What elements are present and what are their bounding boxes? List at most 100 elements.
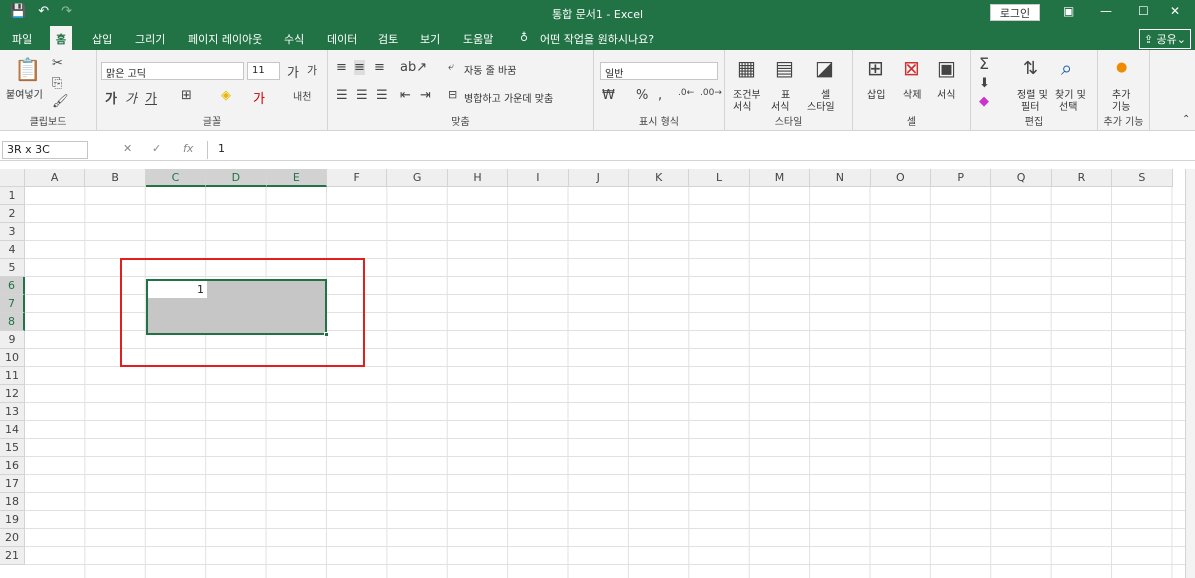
font-size-combo[interactable]: 11 <box>247 62 280 80</box>
format-cells-icon[interactable]: ▣ <box>937 56 956 80</box>
login-button[interactable]: 로그인 <box>990 4 1040 21</box>
font-color-icon[interactable]: 가 <box>253 88 265 107</box>
row-header-19[interactable]: 19 <box>0 511 25 529</box>
column-header-D[interactable]: D <box>206 169 267 187</box>
fill-icon[interactable]: ⬇ <box>979 76 990 91</box>
maximize-button[interactable]: ☐ <box>1138 4 1149 18</box>
row-header-17[interactable]: 17 <box>0 475 25 493</box>
column-header-P[interactable]: P <box>931 169 992 187</box>
merge-center-button[interactable]: 병합하고 가운데 맞춤 <box>464 90 553 105</box>
column-header-F[interactable]: F <box>327 169 388 187</box>
clear-icon[interactable]: ◆ <box>979 94 989 109</box>
row-header-8[interactable]: 8 <box>0 313 25 331</box>
cell-styles-icon[interactable]: ◪ <box>815 56 834 80</box>
column-header-B[interactable]: B <box>85 169 146 187</box>
row-header-2[interactable]: 2 <box>0 205 25 223</box>
row-header-4[interactable]: 4 <box>0 241 25 259</box>
conditional-format-label2[interactable]: 서식 <box>733 98 751 113</box>
conditional-format-icon[interactable]: ▦ <box>737 56 756 80</box>
row-header-11[interactable]: 11 <box>0 367 25 385</box>
tab-formulas[interactable]: 수식 <box>284 31 304 47</box>
find-select-label2[interactable]: 선택 <box>1059 98 1077 113</box>
minimize-button[interactable]: — <box>1100 4 1112 18</box>
column-header-Q[interactable]: Q <box>991 169 1052 187</box>
align-middle-icon[interactable]: ≡ <box>354 60 365 75</box>
column-header-R[interactable]: R <box>1051 169 1113 187</box>
close-button[interactable]: ✕ <box>1170 4 1180 18</box>
sort-filter-icon[interactable]: ⇅ <box>1023 58 1038 79</box>
row-header-14[interactable]: 14 <box>0 421 25 439</box>
cancel-icon[interactable]: ✕ <box>123 142 132 155</box>
tell-me-search[interactable]: 어떤 작업을 원하시나요? <box>540 31 654 47</box>
enter-icon[interactable]: ✓ <box>152 142 161 155</box>
align-bottom-icon[interactable]: ≡ <box>374 60 385 75</box>
sort-filter-label2[interactable]: 필터 <box>1021 98 1039 113</box>
ribbon-display-icon[interactable]: ▣ <box>1063 4 1074 18</box>
formula-input[interactable]: 1 <box>207 141 1191 159</box>
align-right-icon[interactable]: ☰ <box>376 88 388 103</box>
collapse-ribbon-icon[interactable]: ⌃ <box>1182 114 1190 125</box>
cut-icon[interactable]: ✂ <box>52 56 63 71</box>
tab-help[interactable]: 도움말 <box>463 31 493 47</box>
wrap-text-icon[interactable]: ⤶ <box>448 60 454 74</box>
fill-color-icon[interactable]: ◈ <box>221 88 231 103</box>
decrease-indent-icon[interactable]: ⇤ <box>400 88 411 103</box>
column-header-G[interactable]: G <box>387 169 448 187</box>
format-table-icon[interactable]: ▤ <box>775 56 794 80</box>
border-icon[interactable]: ⊞ <box>181 88 192 103</box>
column-header-J[interactable]: J <box>568 169 629 187</box>
row-header-6[interactable]: 6 <box>0 277 25 295</box>
orientation-icon[interactable]: ab↗ <box>400 60 427 75</box>
row-header-15[interactable]: 15 <box>0 439 25 457</box>
paste-icon[interactable]: 📋 <box>14 58 41 83</box>
addins-icon[interactable]: ● <box>1116 60 1127 75</box>
align-left-icon[interactable]: ☰ <box>336 88 348 103</box>
row-header-7[interactable]: 7 <box>0 295 25 313</box>
insert-cells-icon[interactable]: ⊞ <box>867 56 884 80</box>
italic-icon[interactable]: 가 <box>125 88 137 107</box>
row-header-20[interactable]: 20 <box>0 529 25 547</box>
vertical-scrollbar[interactable] <box>1185 169 1195 578</box>
insert-cells-label[interactable]: 삽입 <box>867 86 885 101</box>
merge-icon[interactable]: ⊟ <box>448 88 457 101</box>
cell-styles-label2[interactable]: 스타일 <box>807 98 835 113</box>
font-name-combo[interactable]: 맑은 고딕 <box>101 62 244 80</box>
cell-grid[interactable] <box>25 187 1185 578</box>
delete-cells-label[interactable]: 삭제 <box>903 86 921 101</box>
number-format-combo[interactable]: 일반 <box>600 62 718 80</box>
row-header-21[interactable]: 21 <box>0 547 25 565</box>
percent-icon[interactable]: % <box>636 88 648 103</box>
copy-icon[interactable]: ⎘ <box>52 76 62 91</box>
row-header-18[interactable]: 18 <box>0 493 25 511</box>
increase-decimal-icon[interactable]: .0← <box>678 88 694 98</box>
format-table-label2[interactable]: 서식 <box>771 98 789 113</box>
phonetic-icon[interactable]: 내천 <box>293 88 311 103</box>
column-header-N[interactable]: N <box>810 169 871 187</box>
paste-label[interactable]: 붙여넣기 <box>6 86 43 101</box>
column-header-H[interactable]: H <box>447 169 509 187</box>
row-header-13[interactable]: 13 <box>0 403 25 421</box>
row-header-9[interactable]: 9 <box>0 331 25 349</box>
column-header-S[interactable]: S <box>1112 169 1173 187</box>
autosum-icon[interactable]: Σ <box>979 54 989 73</box>
row-header-1[interactable]: 1 <box>0 187 25 205</box>
delete-cells-icon[interactable]: ⊠ <box>903 56 920 80</box>
select-all-corner[interactable] <box>0 169 25 187</box>
name-box[interactable]: 3R x 3C <box>2 141 88 159</box>
row-header-3[interactable]: 3 <box>0 223 25 241</box>
comma-icon[interactable]: , <box>658 88 662 103</box>
tab-review[interactable]: 검토 <box>378 31 398 47</box>
align-center-icon[interactable]: ☰ <box>356 88 368 103</box>
column-header-M[interactable]: M <box>749 169 811 187</box>
row-header-12[interactable]: 12 <box>0 385 25 403</box>
tab-file[interactable]: 파일 <box>12 31 32 47</box>
format-cells-label[interactable]: 서식 <box>937 86 955 101</box>
row-header-5[interactable]: 5 <box>0 259 25 277</box>
bold-icon[interactable]: 가 <box>105 88 117 107</box>
tab-page-layout[interactable]: 페이지 레이아웃 <box>188 31 262 47</box>
format-painter-icon[interactable]: 🖌 <box>52 94 69 109</box>
column-header-I[interactable]: I <box>508 169 569 187</box>
column-header-K[interactable]: K <box>629 169 690 187</box>
tab-insert[interactable]: 삽입 <box>92 31 112 47</box>
column-header-O[interactable]: O <box>870 169 931 187</box>
